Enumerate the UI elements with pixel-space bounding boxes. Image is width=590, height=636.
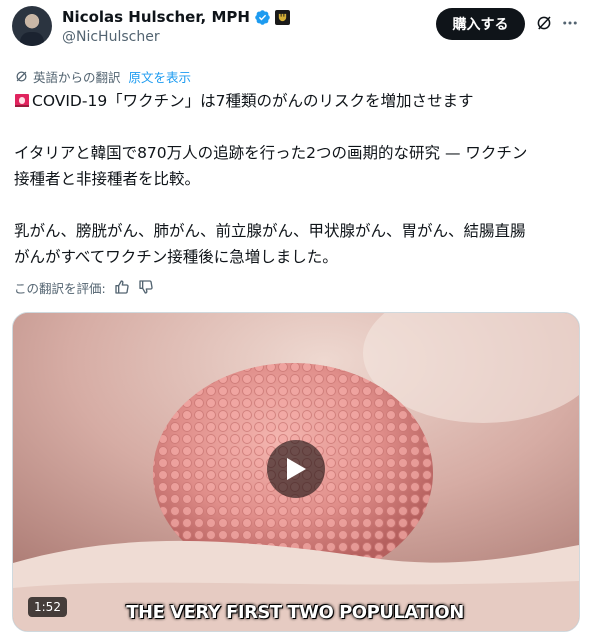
affiliation-badge-icon <box>274 9 290 25</box>
tweet-line-3: 乳がん、膀胱がん、肺がん、前立腺がん、甲状腺がん、胃がん、結腸直腸 がんがすべて… <box>14 222 526 266</box>
tweet-line-2: イタリアと韓国で870万人の追跡を行った2つの画期的な研究 — ワクチン 接種者… <box>14 144 528 188</box>
translation-notice: 英語からの翻訳 原文を表示 <box>14 67 192 86</box>
video-duration: 1:52 <box>28 597 67 617</box>
show-original-link[interactable]: 原文を表示 <box>129 67 192 86</box>
rate-translation-label: この翻訳を評価: <box>14 280 106 296</box>
author-name[interactable]: Nicolas Hulscher, MPH <box>62 8 250 26</box>
verified-badge-icon <box>255 9 270 25</box>
video-caption: THE VERY FIRST TWO POPULATION <box>126 602 464 623</box>
grok-icon[interactable] <box>535 14 553 32</box>
play-icon <box>287 458 306 480</box>
author-handle[interactable]: @NicHulscher <box>62 29 160 45</box>
tweet-text: COVID-19「ワクチン」は7種類のがんのリスクを増加させます イタリアと韓国… <box>14 88 580 270</box>
avatar[interactable] <box>12 6 52 46</box>
thumbs-down-icon[interactable] <box>138 279 154 295</box>
translate-icon <box>16 71 27 81</box>
tweet-line-1: COVID-19「ワクチン」は7種類のがんのリスクを増加させます <box>32 92 474 110</box>
buy-button[interactable]: 購入する <box>436 8 525 40</box>
thumbs-up-icon[interactable] <box>114 279 130 295</box>
author-row: Nicolas Hulscher, MPH <box>62 7 290 27</box>
play-button[interactable] <box>267 440 325 498</box>
siren-emoji-icon <box>14 92 32 110</box>
translation-notice-label: 英語からの翻訳 <box>33 69 121 85</box>
rate-translation: この翻訳を評価: <box>14 278 154 296</box>
more-options-icon[interactable] <box>561 14 579 32</box>
